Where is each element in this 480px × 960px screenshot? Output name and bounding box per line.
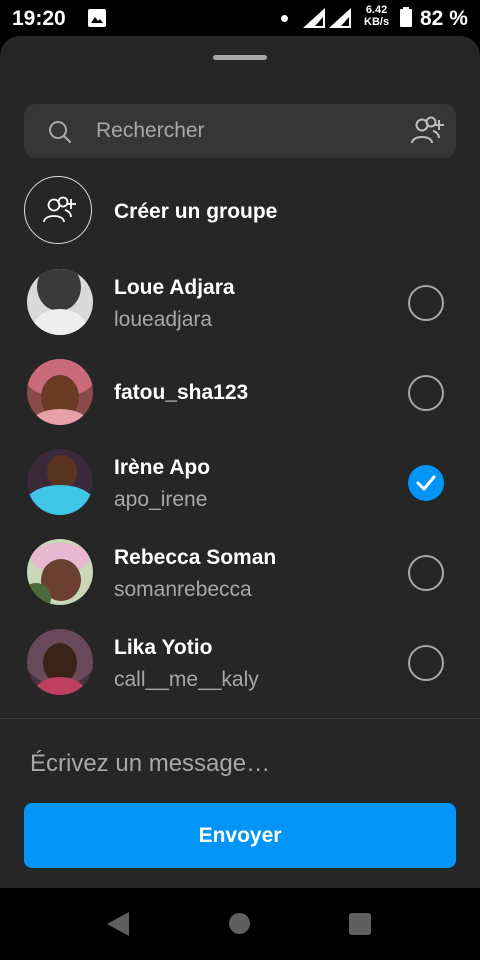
select-radio-checked[interactable] [408,465,444,501]
network-speed-value: 6.42 [365,4,388,16]
network-speed: 6.42 KB/s [364,4,389,28]
select-radio[interactable] [408,375,444,411]
contact-username: apo_irene [114,488,208,511]
contact-row[interactable]: Lika Yotio call__me__kaly [0,618,480,708]
create-group-avatar [24,176,92,244]
gallery-notification-icon [88,9,106,32]
signal-icon [303,8,325,33]
recent-apps-icon[interactable] [349,913,371,935]
sheet-drag-handle[interactable] [213,55,267,60]
contact-name: Irène Apo [114,456,211,479]
contact-name: Lika Yotio [114,636,213,659]
contact-name: fatou_sha123 [114,381,249,404]
contact-row[interactable]: Rebecca Soman somanrebecca [0,528,480,618]
notification-dot-icon [281,15,288,22]
select-radio[interactable] [408,285,444,321]
signal-icon [329,8,351,33]
avatar [27,629,93,695]
contact-list: Loue Adjara loueadjara fatou_sha123 Irèn… [0,258,480,708]
share-bottom-sheet: Créer un groupe Loue Adjara loueadjara f… [0,36,480,888]
contact-username: loueadjara [114,308,213,331]
checkmark-icon [416,475,436,491]
status-bar: 19:20 6.42 KB/s 82 % [0,0,480,36]
create-group-label: Créer un groupe [114,200,278,223]
contact-row[interactable]: fatou_sha123 [0,348,480,438]
search-icon [48,120,72,149]
back-icon[interactable] [107,912,129,941]
contact-username: somanrebecca [114,578,252,601]
message-input[interactable] [30,736,450,792]
avatar [27,269,93,335]
add-people-icon[interactable] [410,116,446,151]
avatar [27,449,93,515]
contact-username: call__me__kaly [114,668,259,691]
search-bar[interactable] [24,104,456,158]
battery-icon [400,7,412,32]
create-group-row[interactable]: Créer un groupe [24,176,456,248]
select-radio[interactable] [408,645,444,681]
select-radio[interactable] [408,555,444,591]
contact-name: Loue Adjara [114,276,235,299]
contact-name: Rebecca Soman [114,546,277,569]
home-icon[interactable] [229,913,250,934]
avatar [27,539,93,605]
contact-row[interactable]: Loue Adjara loueadjara [0,258,480,348]
status-time: 19:20 [12,7,66,30]
network-speed-unit: KB/s [364,16,390,28]
send-button[interactable]: Envoyer [24,803,456,868]
system-nav-bar [0,888,480,960]
search-input[interactable] [96,104,396,158]
avatar [27,359,93,425]
contact-row[interactable]: Irène Apo apo_irene [0,438,480,528]
battery-percent: 82 % [420,7,468,30]
divider [0,718,480,719]
